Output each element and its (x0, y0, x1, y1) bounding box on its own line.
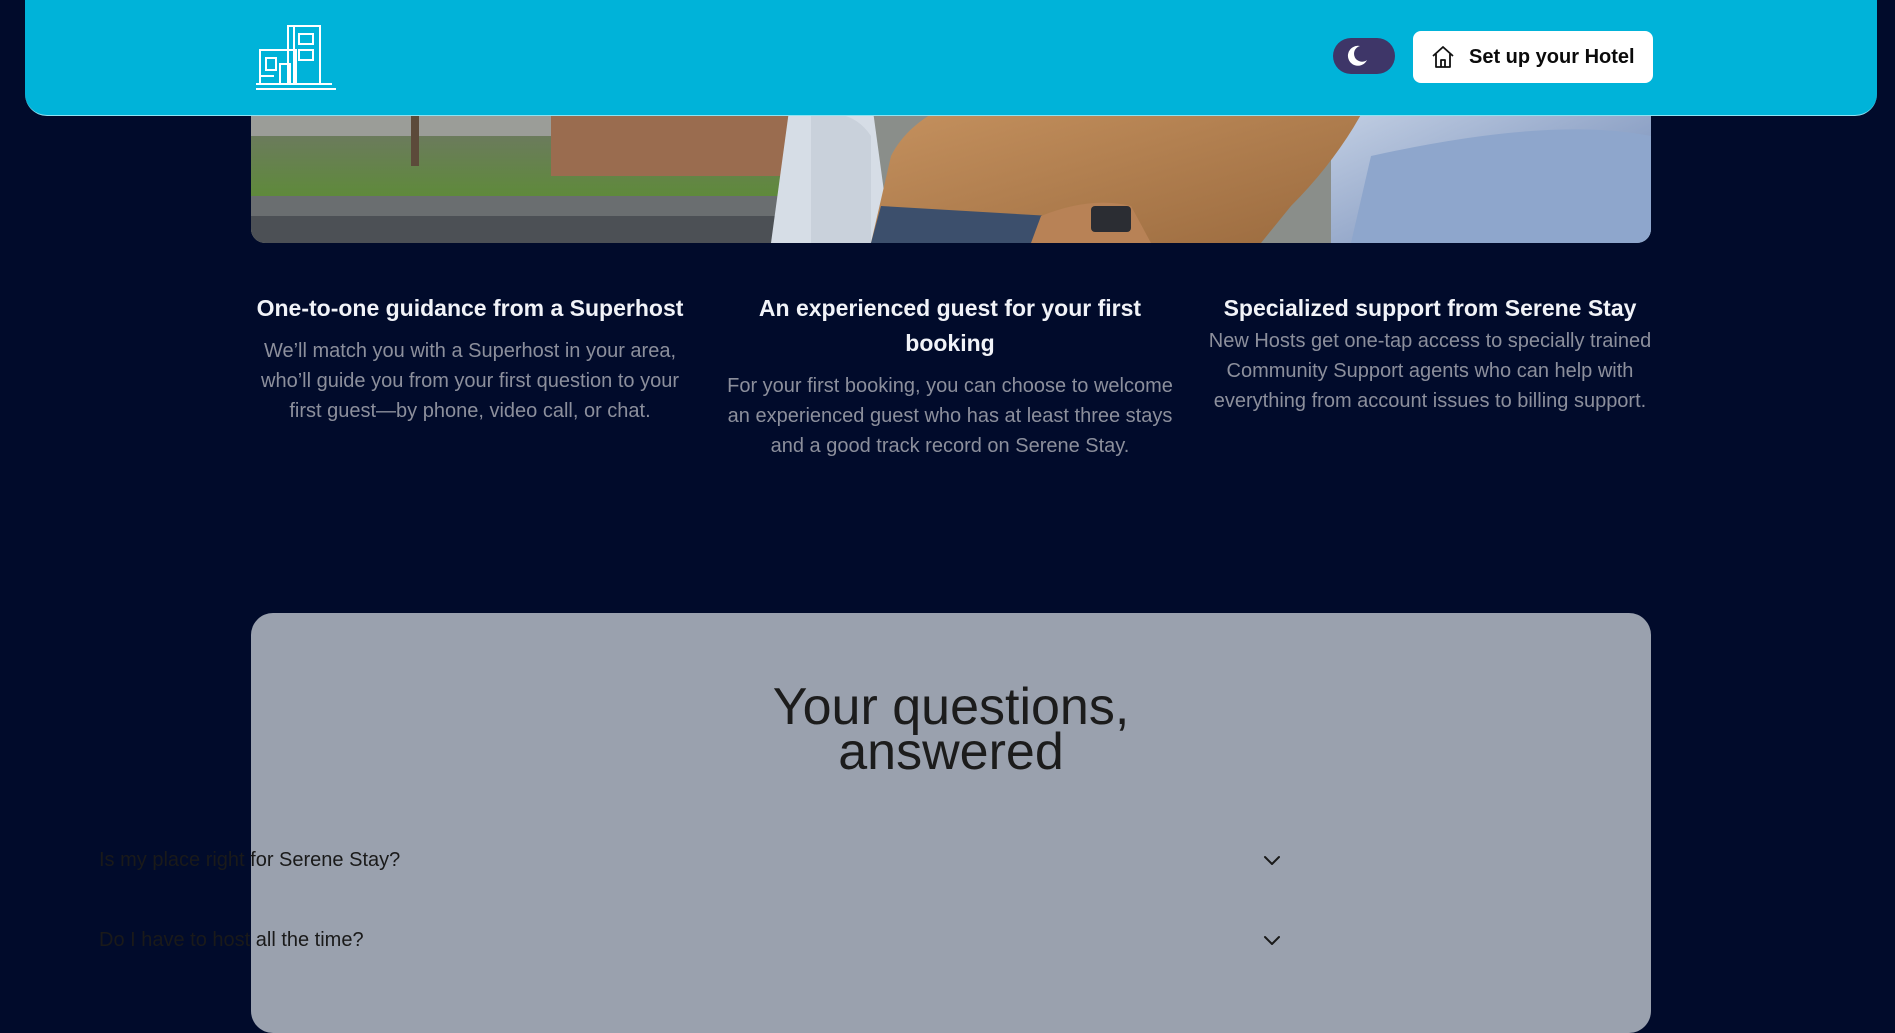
faq-question: Is my place right for Serene Stay? (99, 848, 401, 871)
home-icon (1429, 43, 1457, 71)
faq-question: Do I have to host all the time? (99, 928, 364, 951)
hero-image (251, 96, 1651, 243)
feature-description: New Hosts get one-tap access to speciall… (1208, 330, 1652, 412)
feature-description: For your first booking, you can choose t… (727, 375, 1173, 457)
moon-icon (1345, 44, 1369, 68)
set-up-hotel-label: Set up your Hotel (1469, 45, 1635, 68)
set-up-hotel-button[interactable]: Set up your Hotel (1413, 31, 1653, 83)
site-header: Set up your Hotel (25, 0, 1877, 116)
feature-specialized-support: Specialized support from Serene Stay New… (1205, 291, 1655, 416)
chevron-down-icon[interactable] (1261, 849, 1283, 871)
faq-item-place-right[interactable]: Is my place right for Serene Stay? (99, 840, 1299, 880)
chevron-down-icon[interactable] (1261, 929, 1283, 951)
feature-title: Specialized support from Serene Stay (1223, 295, 1637, 321)
hotel-building-logo[interactable] (254, 22, 338, 92)
feature-description: We’ll match you with a Superhost in your… (261, 340, 679, 422)
feature-superhost-guidance: One-to-one guidance from a Superhost We’… (245, 291, 695, 426)
faq-heading: Your questions, answered (251, 681, 1651, 781)
faq-section: Your questions, answered (251, 613, 1651, 1033)
feature-title: One-to-one guidance from a Superhost (256, 295, 684, 321)
feature-experienced-guest: An experienced guest for your first book… (725, 291, 1175, 461)
feature-title: An experienced guest for your first book… (758, 295, 1142, 356)
theme-toggle[interactable] (1333, 38, 1395, 74)
faq-item-host-all-time[interactable]: Do I have to host all the time? (99, 920, 1299, 960)
faq-heading-line-2: answered (838, 723, 1064, 781)
